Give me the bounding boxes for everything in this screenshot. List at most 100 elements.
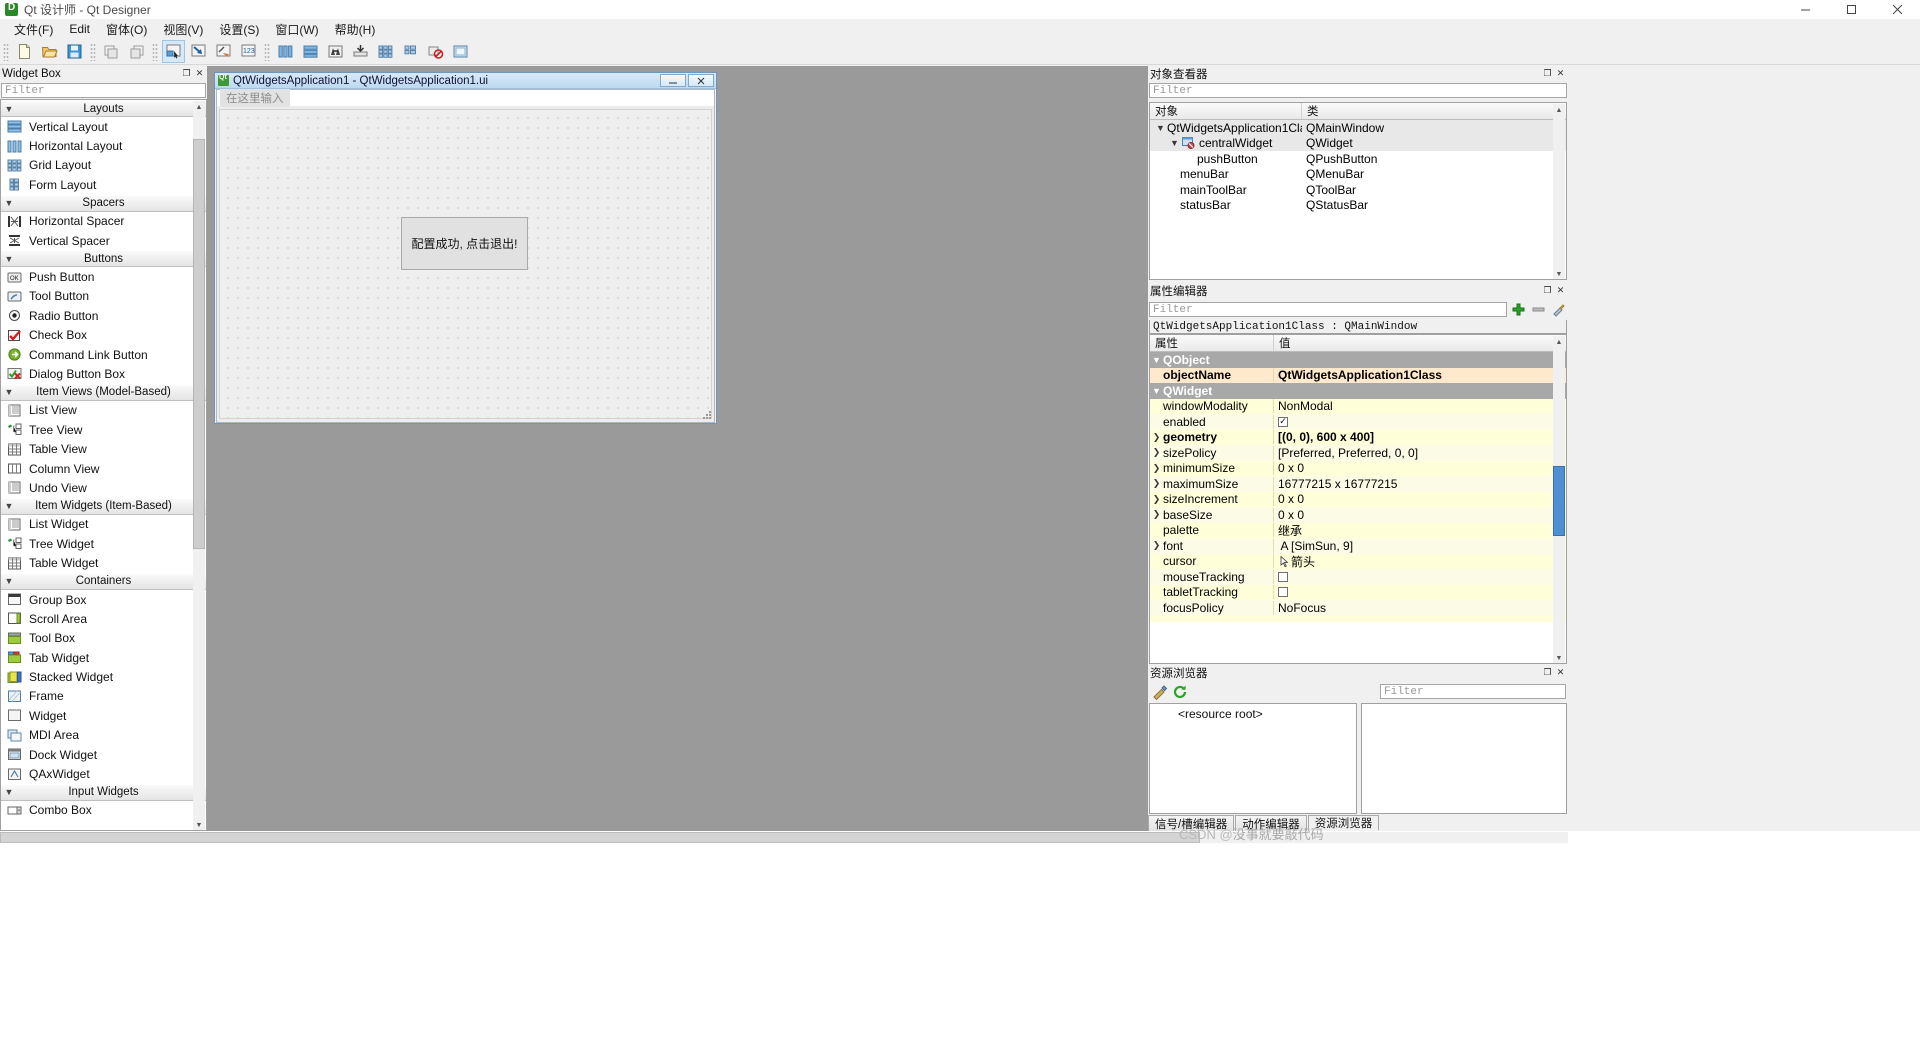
- edit-signals-slots-icon[interactable]: [187, 40, 210, 63]
- chevron-right-icon[interactable]: ❯: [1150, 494, 1163, 505]
- menu-form[interactable]: 窗体(O): [98, 19, 155, 40]
- scrollbar-thumb[interactable]: [0, 832, 1200, 843]
- scroll-down-arrow-icon[interactable]: ▼: [1553, 268, 1565, 279]
- chevron-right-icon[interactable]: ❯: [1150, 478, 1163, 489]
- widget-item-tree-view[interactable]: Tree View: [1, 420, 206, 439]
- widget-item-scroll-area[interactable]: Scroll Area: [1, 609, 206, 628]
- property-row-tablettracking[interactable]: tabletTracking: [1150, 584, 1566, 600]
- property-value[interactable]: 16777215 x 16777215: [1274, 477, 1566, 491]
- menu-window[interactable]: 窗口(W): [267, 19, 326, 40]
- chevron-down-icon[interactable]: ▼: [1168, 138, 1181, 148]
- property-value[interactable]: NoFocus: [1274, 601, 1566, 615]
- enabled-checkbox[interactable]: ✓: [1278, 416, 1288, 427]
- widget-item-radio-button[interactable]: Radio Button: [1, 306, 206, 325]
- chevron-right-icon[interactable]: ❯: [1150, 463, 1163, 474]
- layout-vertical-icon[interactable]: [299, 40, 322, 63]
- form-menu-placeholder[interactable]: 在这里输入: [220, 89, 290, 107]
- widget-item-push-button[interactable]: OK Push Button: [1, 267, 206, 286]
- chevron-right-icon[interactable]: ❯: [1150, 432, 1163, 443]
- column-header-property[interactable]: 属性: [1150, 335, 1274, 351]
- property-value[interactable]: [1274, 587, 1566, 598]
- resource-root-item[interactable]: <resource root>: [1150, 704, 1356, 721]
- widget-category-containers[interactable]: ▼ Containers: [1, 572, 206, 590]
- widget-category-item-views[interactable]: ▼ Item Views (Model-Based): [1, 383, 206, 401]
- widget-category-spacers[interactable]: ▼ Spacers: [1, 194, 206, 212]
- property-value[interactable]: 继承: [1274, 522, 1566, 539]
- property-row-minimumsize[interactable]: ❯ minimumSize 0 x 0: [1150, 460, 1566, 476]
- scroll-down-arrow-icon[interactable]: ▼: [1553, 652, 1565, 663]
- scroll-down-arrow-icon[interactable]: ▼: [193, 819, 205, 830]
- widget-item-frame[interactable]: Frame: [1, 687, 206, 706]
- column-header-class[interactable]: 类: [1302, 103, 1566, 119]
- property-row-maximumsize[interactable]: ❯ maximumSize 16777215 x 16777215: [1150, 476, 1566, 492]
- widget-category-item-widgets[interactable]: ▼ Item Widgets (Item-Based): [1, 497, 206, 515]
- resource-browser-float-button[interactable]: ❐: [1542, 667, 1553, 678]
- widget-item-list-widget[interactable]: List Widget: [1, 515, 206, 534]
- widget-category-layouts[interactable]: ▼ Layouts: [1, 100, 206, 117]
- form-menu-bar[interactable]: 在这里输入: [217, 89, 714, 107]
- chevron-right-icon[interactable]: ❯: [1150, 540, 1163, 551]
- widget-item-tree-widget[interactable]: Tree Widget: [1, 534, 206, 553]
- menu-view[interactable]: 视图(V): [155, 19, 211, 40]
- widget-item-column-view[interactable]: Column View: [1, 459, 206, 478]
- widget-item-horizontal-spacer[interactable]: Horizontal Spacer: [1, 212, 206, 231]
- toolbar-grip-3[interactable]: [152, 42, 158, 61]
- menu-edit[interactable]: Edit: [61, 20, 98, 38]
- widget-item-grid-layout[interactable]: Grid Layout: [1, 156, 206, 175]
- form-push-button[interactable]: 配置成功, 点击退出!: [401, 217, 528, 270]
- chevron-down-icon[interactable]: ▼: [1150, 386, 1163, 396]
- object-inspector-close-button[interactable]: ✕: [1555, 68, 1566, 79]
- tablettracking-checkbox[interactable]: [1278, 587, 1288, 598]
- property-group-qobject[interactable]: ▼ QObject: [1150, 352, 1566, 368]
- layout-grid-icon[interactable]: [374, 40, 397, 63]
- widget-box-scrollbar[interactable]: ▲ ▼: [193, 101, 205, 830]
- edit-widgets-icon[interactable]: [162, 40, 185, 63]
- widget-box-filter-input[interactable]: Filter: [1, 83, 206, 98]
- property-editor-close-button[interactable]: ✕: [1555, 285, 1566, 296]
- edit-buddies-icon[interactable]: [212, 40, 235, 63]
- edit-tab-order-icon[interactable]: 123: [237, 40, 260, 63]
- layout-splitter-horizontal-icon[interactable]: [324, 40, 347, 63]
- widget-item-tool-box[interactable]: Tool Box: [1, 629, 206, 648]
- widget-category-input-widgets[interactable]: ▼ Input Widgets: [1, 783, 206, 801]
- object-row-menubar[interactable]: menuBar QMenuBar: [1150, 167, 1566, 183]
- widget-item-combo-box[interactable]: Combo Box: [1, 801, 206, 820]
- chevron-down-icon[interactable]: ▼: [1150, 355, 1163, 365]
- widget-item-vertical-layout[interactable]: Vertical Layout: [1, 117, 206, 136]
- property-value-wrap[interactable]: 箭头: [1274, 553, 1566, 570]
- property-value[interactable]: ✓: [1274, 416, 1566, 427]
- form-canvas[interactable]: 配置成功, 点击退出!: [219, 109, 712, 419]
- widget-box-float-button[interactable]: ❐: [181, 68, 192, 79]
- property-value[interactable]: 0 x 0: [1274, 461, 1566, 475]
- object-row-pushbutton[interactable]: pushButton QPushButton: [1150, 151, 1566, 167]
- property-row-basesize[interactable]: ❯ baseSize 0 x 0: [1150, 507, 1566, 523]
- scroll-up-arrow-icon[interactable]: ▲: [193, 101, 205, 113]
- menu-file[interactable]: 文件(F): [6, 19, 61, 40]
- widget-item-tool-button[interactable]: Tool Button: [1, 287, 206, 306]
- adjust-size-icon[interactable]: [449, 40, 472, 63]
- widget-item-widget[interactable]: Widget: [1, 706, 206, 725]
- reload-icon[interactable]: [1171, 683, 1189, 700]
- resource-browser-close-button[interactable]: ✕: [1555, 667, 1566, 678]
- widget-item-horizontal-layout[interactable]: Horizontal Layout: [1, 136, 206, 155]
- scrollbar-thumb[interactable]: [193, 139, 205, 549]
- object-row-statusbar[interactable]: statusBar QStatusBar: [1150, 198, 1566, 214]
- property-row-geometry[interactable]: ❯ geometry [(0, 0), 600 x 400]: [1150, 429, 1566, 445]
- object-inspector-float-button[interactable]: ❐: [1542, 68, 1553, 79]
- new-form-icon[interactable]: [13, 40, 36, 63]
- property-value[interactable]: QtWidgetsApplication1Class: [1274, 368, 1566, 382]
- horizontal-scrollbar[interactable]: [0, 832, 1568, 843]
- property-row-enabled[interactable]: enabled ✓: [1150, 414, 1566, 430]
- scroll-up-arrow-icon[interactable]: ▲: [1553, 104, 1565, 116]
- object-row-maintoolbar[interactable]: mainToolBar QToolBar: [1150, 182, 1566, 198]
- widget-item-dock-widget[interactable]: Dock Widget: [1, 745, 206, 764]
- add-property-icon[interactable]: [1509, 301, 1527, 318]
- chevron-down-icon[interactable]: ▼: [1154, 123, 1167, 133]
- widget-box-close-button[interactable]: ✕: [194, 68, 205, 79]
- scrollbar-thumb[interactable]: [1553, 466, 1565, 536]
- widget-item-mdi-area[interactable]: MDI Area: [1, 726, 206, 745]
- property-editor-scrollbar[interactable]: ▲ ▼: [1553, 336, 1565, 663]
- property-editor-float-button[interactable]: ❐: [1542, 285, 1553, 296]
- widget-item-stacked-widget[interactable]: Stacked Widget: [1, 667, 206, 686]
- object-inspector-filter-input[interactable]: Filter: [1149, 83, 1567, 98]
